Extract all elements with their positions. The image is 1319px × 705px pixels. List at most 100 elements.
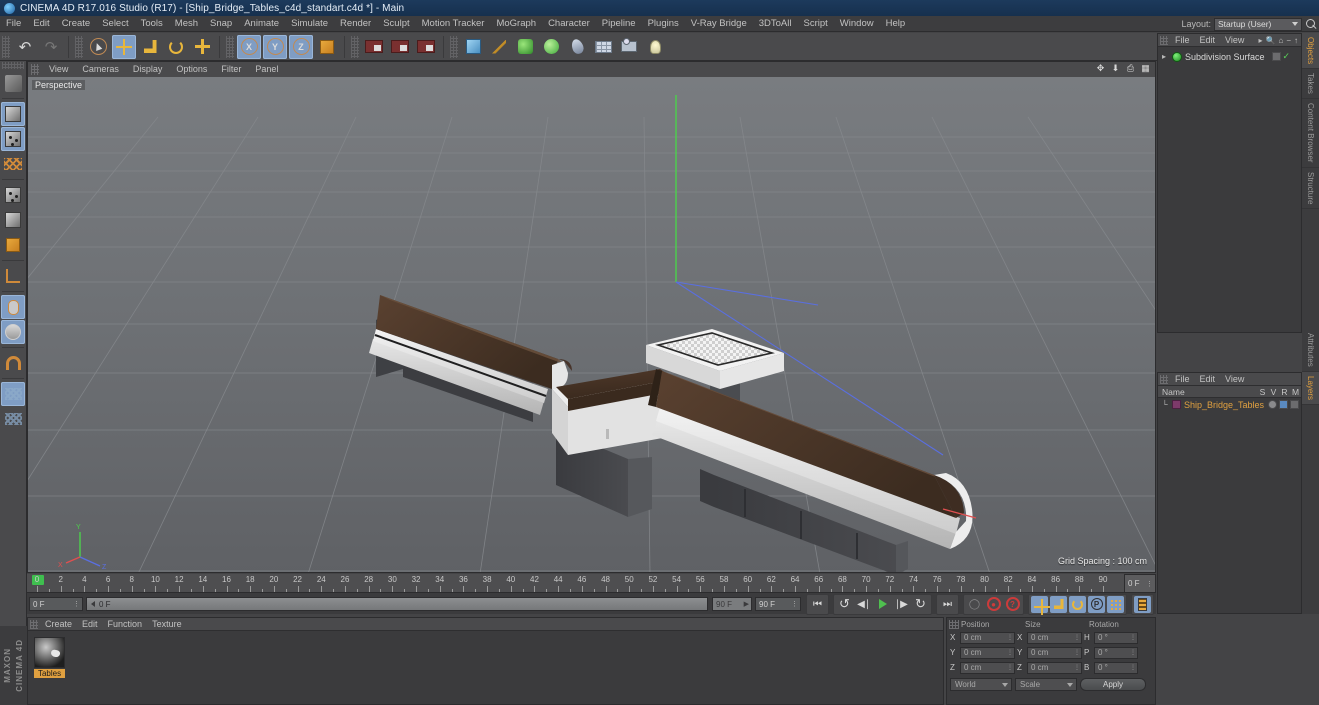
render-settings-button[interactable] xyxy=(414,35,438,59)
material-manager-menu-function[interactable]: Function xyxy=(103,618,148,631)
floor-environment-button[interactable] xyxy=(591,35,615,59)
menu-item-tools[interactable]: Tools xyxy=(135,16,169,32)
array-button[interactable] xyxy=(539,35,563,59)
workplane-lock-button[interactable] xyxy=(1,407,25,431)
menu-item-character[interactable]: Character xyxy=(542,16,596,32)
home-icon[interactable]: ⌂ xyxy=(1278,36,1283,45)
dolly-icon[interactable]: ⬇ xyxy=(1110,63,1121,74)
vertical-tab-structure[interactable]: Structure xyxy=(1302,168,1319,210)
menu-item-mograph[interactable]: MoGraph xyxy=(490,16,542,32)
scale-key-button[interactable] xyxy=(1050,595,1067,613)
viewport-menu-options[interactable]: Options xyxy=(169,62,214,77)
menu-item-script[interactable]: Script xyxy=(798,16,834,32)
visibility-toggle-icon[interactable] xyxy=(1279,400,1288,409)
timeline-ruler[interactable]: 0 2 4 6 8 10 12 14 16 18 20 22 24 26 28 30 32 34 36 38 40 42 4… xyxy=(27,574,1124,593)
rotation-field[interactable]: 0 ° ⋮ xyxy=(1094,661,1138,674)
stepper-icon[interactable]: ⋮ xyxy=(1071,664,1080,671)
viewport-solo-button[interactable] xyxy=(1,295,25,319)
vertical-tab-layers[interactable]: Layers xyxy=(1302,371,1319,405)
y-axis-lock-button[interactable]: Y xyxy=(263,34,287,59)
menu-item-snap[interactable]: Snap xyxy=(204,16,238,32)
toolbar-grip[interactable] xyxy=(75,35,83,58)
step-forward-button[interactable]: ∣▶ xyxy=(893,596,910,613)
stepper-icon[interactable]: ⋮ xyxy=(1004,634,1013,641)
magnet-tool-button[interactable] xyxy=(1,351,25,375)
menu-item-window[interactable]: Window xyxy=(834,16,880,32)
toolbar-grip[interactable] xyxy=(450,35,458,58)
polygons-mode-button[interactable] xyxy=(1,233,25,257)
play-icon[interactable]: ▶ xyxy=(744,600,749,608)
texture-mode-button[interactable] xyxy=(1,152,25,176)
model-mode-button[interactable] xyxy=(1,102,25,126)
vertical-tab-objects[interactable]: Objects xyxy=(1302,33,1319,70)
panel-grip[interactable] xyxy=(949,619,959,629)
toolbar-grip[interactable] xyxy=(226,35,234,58)
pan-icon[interactable]: ✥ xyxy=(1095,63,1106,74)
vertical-tab-takes[interactable]: Takes xyxy=(1302,69,1319,100)
keyframe-mode-button[interactable] xyxy=(1134,595,1151,613)
material-browser-row[interactable]: └ Ship_Bridge_Tables xyxy=(1158,398,1301,411)
position-field[interactable]: 0 cm ⋮ xyxy=(960,631,1015,644)
rotation-field[interactable]: 0 ° ⋮ xyxy=(1094,631,1138,644)
panel-grip[interactable] xyxy=(1160,374,1168,384)
rotation-key-button[interactable] xyxy=(1069,595,1086,613)
vertical-tab-content-browser[interactable]: Content Browser xyxy=(1302,99,1319,168)
viewport[interactable]: View Cameras Display Options Filter Panel ✥ ⬇… xyxy=(27,61,1156,573)
toolbar-grip[interactable] xyxy=(2,35,10,58)
viewport-menu-filter[interactable]: Filter xyxy=(214,62,248,77)
layout-dropdown[interactable]: Startup (User) xyxy=(1214,17,1302,31)
redo-button[interactable]: ↷ xyxy=(39,35,63,59)
menu-item-mesh[interactable]: Mesh xyxy=(169,16,204,32)
material-browser-menu-file[interactable]: File xyxy=(1170,373,1195,386)
search-icon[interactable] xyxy=(1305,18,1317,30)
current-frame-field[interactable]: 0 F ⋮ xyxy=(1124,574,1156,593)
solo-toggle-icon[interactable] xyxy=(1268,400,1277,409)
size-field[interactable]: 0 cm ⋮ xyxy=(1027,646,1082,659)
undo-button[interactable]: ↶ xyxy=(13,35,37,59)
menu-item-sculpt[interactable]: Sculpt xyxy=(377,16,415,32)
position-field[interactable]: 0 cm ⋮ xyxy=(960,646,1015,659)
step-back-button[interactable]: ◀∣ xyxy=(855,596,872,613)
material-manager-menu-edit[interactable]: Edit xyxy=(77,618,103,631)
select-tool-button[interactable] xyxy=(86,35,110,59)
stepper-icon[interactable]: ⋮ xyxy=(1127,649,1136,656)
menu-item-create[interactable]: Create xyxy=(56,16,97,32)
menu-item-simulate[interactable]: Simulate xyxy=(285,16,334,32)
record-active-objects-button[interactable]: ● xyxy=(985,596,1002,613)
viewport-menu-display[interactable]: Display xyxy=(126,62,170,77)
menu-item-render[interactable]: Render xyxy=(334,16,377,32)
object-mode-button[interactable] xyxy=(1,127,25,151)
timeline-scrubber[interactable]: 0 F xyxy=(86,597,708,611)
camera-button[interactable] xyxy=(617,35,641,59)
play-backwards-button[interactable]: ↺ xyxy=(836,596,853,613)
material-thumbnail[interactable] xyxy=(34,637,65,668)
nurbs-button[interactable] xyxy=(513,35,537,59)
toolbar-grip[interactable] xyxy=(351,35,359,58)
menu-item-motion-tracker[interactable]: Motion Tracker xyxy=(416,16,491,32)
start-frame-field[interactable]: 0 F ⋮ xyxy=(29,597,83,611)
point-level-animation-button[interactable] xyxy=(1107,595,1124,613)
scale-tool-button[interactable] xyxy=(138,35,162,59)
render-region-button[interactable] xyxy=(388,35,412,59)
menu-item-animate[interactable]: Animate xyxy=(238,16,285,32)
preview-max-field[interactable]: 90 F ▶ xyxy=(712,597,752,611)
viewport-3d-scene[interactable]: Y Z X xyxy=(28,77,1155,572)
object-tree-item[interactable]: ▸ Subdivision Surface ✓ xyxy=(1158,50,1301,63)
add-tool-button[interactable] xyxy=(190,35,214,59)
stepper-icon[interactable]: ⋮ xyxy=(1127,634,1136,641)
size-field[interactable]: 0 cm ⋮ xyxy=(1027,631,1082,644)
rotation-field[interactable]: 0 ° ⋮ xyxy=(1094,646,1138,659)
up-icon[interactable]: ↑ xyxy=(1294,36,1298,45)
light-button[interactable] xyxy=(643,35,667,59)
material-manager-menu-texture[interactable]: Texture xyxy=(147,618,187,631)
move-tool-button[interactable] xyxy=(112,34,136,59)
stepper-icon[interactable]: ⋮ xyxy=(1071,649,1080,656)
axis-modify-button[interactable] xyxy=(1,264,25,288)
viewport-menu-grip[interactable] xyxy=(31,64,39,75)
stepper-icon[interactable]: ⋮ xyxy=(1146,580,1153,588)
menu-item-edit[interactable]: Edit xyxy=(27,16,55,32)
render-view-button[interactable] xyxy=(362,35,386,59)
live-selection-tool[interactable] xyxy=(1,71,25,95)
expand-toggle-icon[interactable]: └ xyxy=(1162,400,1169,409)
z-axis-lock-button[interactable]: Z xyxy=(289,34,313,59)
